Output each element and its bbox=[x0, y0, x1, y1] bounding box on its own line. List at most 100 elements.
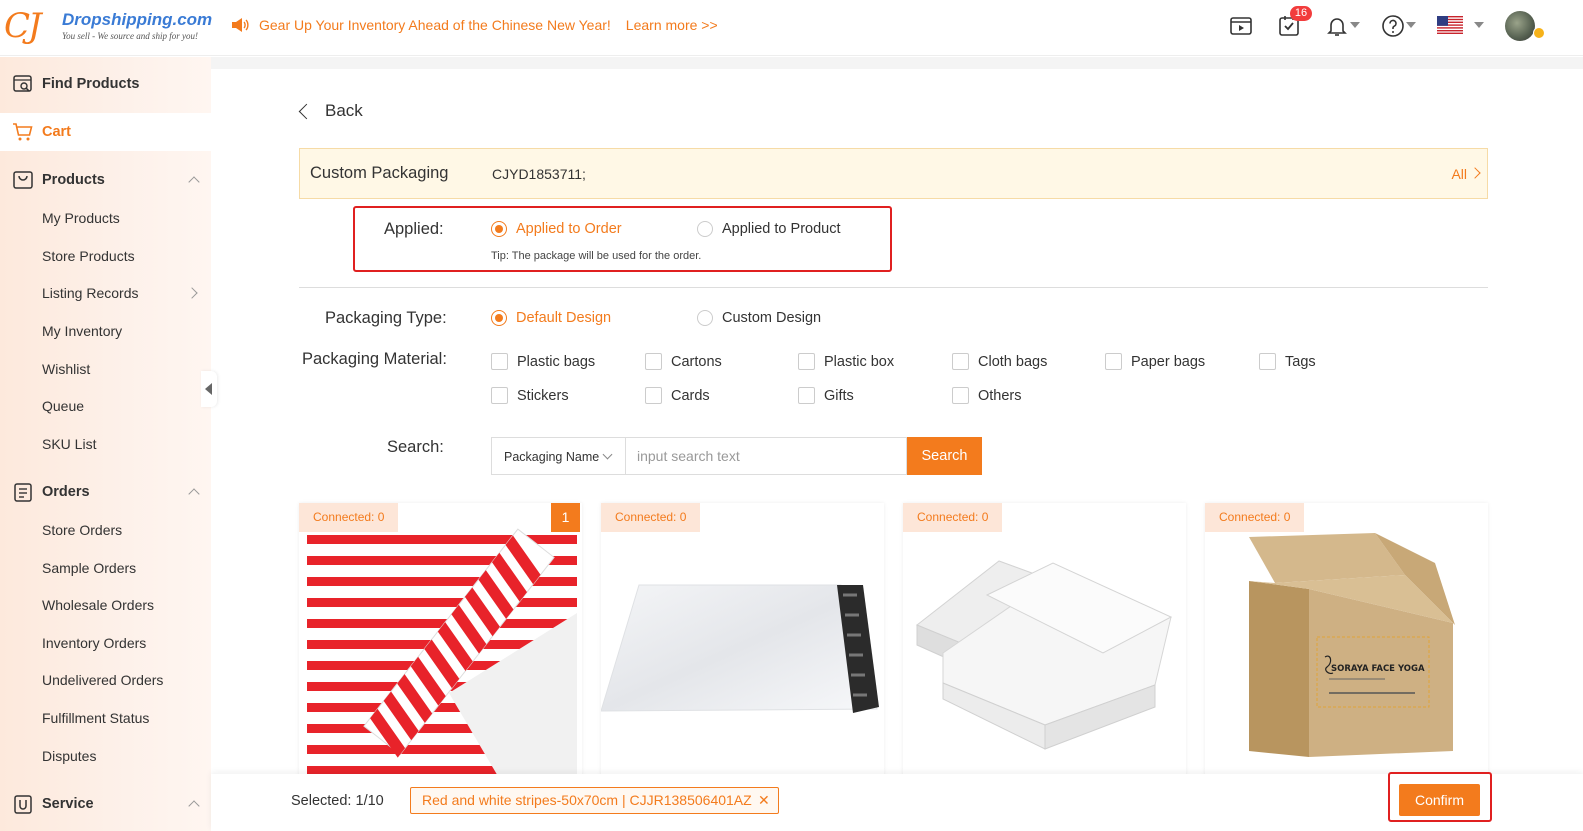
checkbox-label: Tags bbox=[1285, 353, 1316, 370]
checkbox-box bbox=[798, 387, 815, 404]
sidebar-item-cart[interactable]: Cart bbox=[0, 113, 211, 151]
chevron-right-icon[interactable] bbox=[186, 287, 198, 299]
applied-to-order-radio[interactable]: Applied to Order bbox=[491, 221, 622, 237]
sidebar-subitem-my-products[interactable]: My Products bbox=[42, 210, 120, 226]
sidebar: Find Products Cart Products My Products … bbox=[0, 57, 211, 831]
material-checkbox-cards[interactable]: Cards bbox=[645, 387, 710, 404]
sidebar-item-products[interactable]: Products bbox=[0, 161, 211, 199]
sidebar-subitem-my-inventory[interactable]: My Inventory bbox=[42, 323, 122, 339]
logo[interactable]: CJ Dropshipping.com You sell - We source… bbox=[4, 4, 212, 48]
video-icon[interactable] bbox=[1229, 14, 1253, 38]
sidebar-item-find-products[interactable]: Find Products bbox=[0, 65, 211, 103]
packaging-card[interactable]: Connected: 0 SORAYA FACE YOGA bbox=[1205, 503, 1488, 778]
selected-label-text: Selected: bbox=[291, 793, 352, 809]
help-icon[interactable] bbox=[1381, 14, 1405, 38]
service-icon bbox=[14, 795, 32, 814]
material-checkbox-plastic-bags[interactable]: Plastic bags bbox=[491, 353, 595, 370]
packaging-code: CJYD1853711; bbox=[492, 166, 586, 182]
radio-label: Applied to Order bbox=[516, 221, 622, 237]
sidebar-item-service[interactable]: Service bbox=[0, 785, 211, 823]
material-checkbox-plastic-box[interactable]: Plastic box bbox=[798, 353, 894, 370]
radio-label: Custom Design bbox=[722, 310, 822, 326]
content-top-divider bbox=[211, 57, 1583, 69]
sidebar-item-label: Orders bbox=[42, 484, 90, 500]
packaging-card[interactable]: Connected: 0 1 bbox=[299, 503, 582, 778]
sidebar-subitem-disputes[interactable]: Disputes bbox=[42, 748, 96, 764]
checkbox-label: Paper bags bbox=[1131, 353, 1206, 370]
checkbox-box bbox=[952, 387, 969, 404]
checkbox-box bbox=[1259, 353, 1276, 370]
checkbox-box bbox=[491, 387, 508, 404]
sidebar-subitem-wholesale-orders[interactable]: Wholesale Orders bbox=[42, 597, 154, 613]
search-field-select[interactable]: Packaging Name bbox=[491, 437, 625, 475]
member-level-icon bbox=[1533, 27, 1545, 39]
applied-label: Applied: bbox=[384, 220, 444, 238]
connected-count: Connected: 0 bbox=[903, 503, 1003, 532]
packaging-card[interactable]: Connected: 0 bbox=[903, 503, 1186, 778]
sidebar-subitem-wishlist[interactable]: Wishlist bbox=[42, 361, 90, 377]
chevron-down-icon[interactable] bbox=[1406, 22, 1416, 28]
search-input[interactable] bbox=[625, 437, 907, 475]
chevron-up-icon[interactable] bbox=[188, 800, 200, 812]
avatar[interactable] bbox=[1505, 11, 1535, 41]
checkbox-box bbox=[645, 353, 662, 370]
radio-label: Applied to Product bbox=[722, 221, 841, 237]
sidebar-collapse-button[interactable] bbox=[201, 371, 217, 407]
selected-count-label: Selected: 1/10 bbox=[291, 793, 384, 809]
kraft-shipping-box-image: SORAYA FACE YOGA bbox=[1249, 533, 1455, 757]
checkbox-box bbox=[645, 387, 662, 404]
view-all-link[interactable]: All bbox=[1451, 166, 1467, 182]
custom-packaging-bar: Custom Packaging CJYD1853711; All bbox=[299, 148, 1488, 199]
chevron-right-icon[interactable] bbox=[1469, 167, 1481, 179]
chevron-down-icon[interactable] bbox=[1350, 22, 1360, 28]
box-logo-text: SORAYA FACE YOGA bbox=[1331, 664, 1425, 674]
white-poly-mailer-bag-image bbox=[601, 584, 879, 713]
material-checkbox-stickers[interactable]: Stickers bbox=[491, 387, 569, 404]
chevron-left-icon bbox=[298, 103, 315, 119]
sidebar-subitem-inventory-orders[interactable]: Inventory Orders bbox=[42, 635, 146, 651]
chevron-down-icon[interactable] bbox=[1474, 22, 1484, 28]
checkbox-label: Cartons bbox=[671, 353, 722, 370]
material-checkbox-gifts[interactable]: Gifts bbox=[798, 387, 854, 404]
checkbox-label: Cloth bags bbox=[978, 353, 1048, 370]
cart-icon bbox=[13, 123, 33, 141]
checkbox-label: Others bbox=[978, 387, 1022, 404]
chevron-up-icon[interactable] bbox=[188, 488, 200, 500]
packaging-card[interactable]: Connected: 0 bbox=[601, 503, 884, 778]
close-icon[interactable]: ✕ bbox=[758, 788, 770, 813]
learn-more-link[interactable]: Learn more >> bbox=[626, 17, 718, 33]
checkbox-box bbox=[491, 353, 508, 370]
announcement-text[interactable]: Gear Up Your Inventory Ahead of the Chin… bbox=[259, 17, 611, 33]
applied-to-product-radio[interactable]: Applied to Product bbox=[697, 221, 841, 237]
packaging-material-label: Packaging Material: bbox=[302, 350, 447, 368]
sidebar-subitem-store-products[interactable]: Store Products bbox=[42, 248, 135, 264]
material-checkbox-cloth-bags[interactable]: Cloth bags bbox=[952, 353, 1047, 370]
material-checkbox-paper-bags[interactable]: Paper bags bbox=[1105, 353, 1205, 370]
sidebar-item-orders[interactable]: Orders bbox=[0, 473, 211, 511]
sidebar-subitem-queue[interactable]: Queue bbox=[42, 398, 84, 414]
material-checkbox-others[interactable]: Others bbox=[952, 387, 1022, 404]
logo-mark: CJ bbox=[4, 6, 42, 46]
sidebar-subitem-fulfillment-status[interactable]: Fulfillment Status bbox=[42, 710, 149, 726]
sidebar-subitem-listing-records[interactable]: Listing Records bbox=[42, 285, 139, 301]
bell-icon[interactable] bbox=[1325, 14, 1349, 38]
default-design-radio[interactable]: Default Design bbox=[491, 310, 611, 326]
red-white-striped-wrapping-paper-image bbox=[307, 528, 577, 778]
section-divider bbox=[299, 287, 1488, 288]
sidebar-subitem-sku-list[interactable]: SKU List bbox=[42, 436, 96, 452]
material-checkbox-cartons[interactable]: Cartons bbox=[645, 353, 722, 370]
connected-count: Connected: 0 bbox=[299, 503, 399, 532]
back-button[interactable]: Back bbox=[298, 101, 363, 121]
search-field-value: Packaging Name bbox=[504, 450, 600, 464]
connected-count: Connected: 0 bbox=[601, 503, 701, 532]
sidebar-subitem-sample-orders[interactable]: Sample Orders bbox=[42, 560, 136, 576]
top-header: CJ Dropshipping.com You sell - We source… bbox=[0, 0, 1583, 56]
custom-design-radio[interactable]: Custom Design bbox=[697, 310, 821, 326]
search-button[interactable]: Search bbox=[907, 437, 982, 475]
material-checkbox-tags[interactable]: Tags bbox=[1259, 353, 1316, 370]
sidebar-subitem-undelivered-orders[interactable]: Undelivered Orders bbox=[42, 672, 163, 688]
confirm-button[interactable]: Confirm bbox=[1399, 784, 1480, 816]
chevron-up-icon[interactable] bbox=[188, 176, 200, 188]
sidebar-subitem-store-orders[interactable]: Store Orders bbox=[42, 522, 122, 538]
us-flag-icon[interactable] bbox=[1437, 16, 1463, 34]
